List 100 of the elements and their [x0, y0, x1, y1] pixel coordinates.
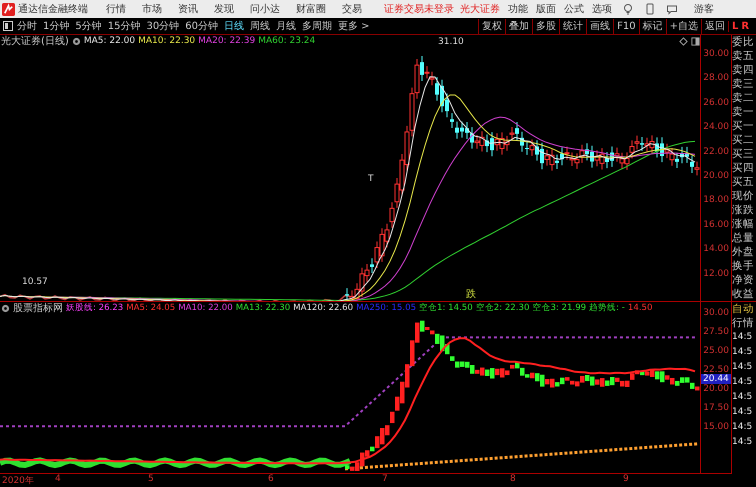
- indicator-value: 趋势线: -: [589, 302, 625, 314]
- login-status[interactable]: 证券交易未登录: [384, 2, 454, 16]
- side-marker: L: [732, 20, 738, 32]
- toolbar-button[interactable]: 标记: [638, 18, 666, 34]
- quote-label: 卖二: [732, 91, 755, 105]
- date-tick: 6: [268, 474, 274, 484]
- chat-icon[interactable]: [666, 3, 678, 15]
- quote-tab[interactable]: 行情: [732, 316, 756, 330]
- period-tab[interactable]: 分时: [17, 19, 37, 33]
- date-tick: 5: [148, 474, 154, 484]
- indicator-tick: 25.00: [703, 346, 729, 356]
- quote-label: 卖三: [732, 77, 755, 91]
- phone-icon[interactable]: [644, 3, 656, 15]
- indicator-value: MA10: 22.00: [178, 303, 233, 313]
- period-tab[interactable]: 周线: [250, 19, 270, 33]
- trade-time: 14:5: [732, 421, 754, 434]
- indicator-tick: 30.00: [703, 308, 729, 318]
- indicator-tick: 27.50: [703, 327, 729, 337]
- toolbar-button[interactable]: 多股: [532, 18, 560, 34]
- menu-item[interactable]: 发现: [214, 2, 234, 16]
- price-tick: 18.00: [703, 195, 729, 206]
- indicator-value: 空仓2: 22.30: [476, 302, 530, 314]
- toolbar-button[interactable]: 返回: [701, 18, 728, 34]
- indicator-tick: 15.00: [703, 422, 729, 432]
- quote-label: 卖一: [732, 105, 755, 119]
- toolbar-button[interactable]: F10: [613, 18, 639, 34]
- toolbar-button[interactable]: 叠加: [505, 18, 532, 34]
- indicator-value: MA5: 22.00: [84, 36, 136, 46]
- period-tab[interactable]: 月线: [276, 19, 296, 33]
- gear-icon[interactable]: [1, 304, 10, 312]
- period-tab[interactable]: 30分钟: [146, 19, 180, 33]
- menu-item[interactable]: 问小达: [250, 2, 280, 16]
- toolbar-button[interactable]: 统计: [559, 18, 586, 34]
- date-tick: 9: [623, 474, 629, 484]
- period-tab[interactable]: 更多 >: [338, 19, 370, 33]
- diamond-icon[interactable]: [679, 36, 688, 46]
- toolbar-button[interactable]: 画线: [586, 18, 614, 34]
- period-tab[interactable]: 60分钟: [185, 19, 218, 33]
- panel-icon[interactable]: [691, 36, 700, 46]
- menu-item[interactable]: 市场: [142, 2, 162, 16]
- indicator-tick: 17.50: [703, 403, 729, 413]
- price-tick: 28.00: [703, 73, 729, 84]
- menu-item[interactable]: 版面: [536, 2, 556, 16]
- trade-time: 14:5: [732, 406, 754, 419]
- toolbar-button[interactable]: 复权: [478, 18, 506, 34]
- price-tick: 22.00: [703, 146, 729, 157]
- toolbar-button[interactable]: +自选: [666, 18, 701, 34]
- quote-label: 买四: [732, 161, 755, 175]
- indicator-tick: 20.00: [703, 384, 729, 394]
- quote-label: 现价: [732, 189, 755, 203]
- indicator-title: 股票指标网: [13, 302, 63, 315]
- indicator-value: 空仓1: 14.50: [419, 302, 473, 314]
- period-tab[interactable]: 日线: [224, 19, 244, 33]
- indicator-value: MA5: 24.05: [126, 303, 176, 313]
- quote-label: 卖四: [732, 63, 755, 77]
- menu-item[interactable]: 财富圈: [296, 2, 326, 16]
- quote-label: 买一: [732, 119, 755, 133]
- menu-item[interactable]: 公式: [564, 2, 584, 16]
- menu-item[interactable]: 功能: [508, 2, 528, 16]
- period-tab[interactable]: 5分钟: [75, 19, 102, 33]
- period-tab[interactable]: 15分钟: [108, 19, 140, 33]
- trade-time: 14:5: [732, 361, 754, 374]
- quote-label: 买三: [732, 147, 755, 161]
- current-value-label: 20.44: [701, 374, 731, 384]
- auto-mode-label[interactable]: 自动: [732, 301, 756, 316]
- indicator-value: 14.50: [628, 303, 652, 313]
- trade-time: 14:5: [732, 391, 754, 404]
- price-tick: 20.00: [703, 171, 729, 181]
- app-title: 通达信金融终端: [18, 2, 88, 16]
- indicator-value: MA10: 22.30: [138, 36, 196, 46]
- quote-label: 涨跌: [732, 203, 755, 217]
- price-tick: 24.00: [703, 122, 729, 132]
- quote-label: 卖五: [732, 49, 755, 63]
- panel-toggle-icon[interactable]: [3, 21, 13, 31]
- quote-label: 买二: [732, 133, 755, 147]
- side-marker: R: [741, 20, 750, 32]
- period-tab[interactable]: 多周期: [302, 19, 332, 33]
- date-tick: 8: [510, 474, 516, 484]
- menu-item[interactable]: 资讯: [178, 2, 198, 16]
- quote-label: 外盘: [732, 245, 755, 259]
- indicator-value: MA60: 23.24: [258, 36, 316, 46]
- gear-icon[interactable]: [72, 36, 81, 46]
- user-name[interactable]: 游客: [694, 2, 714, 16]
- quote-label: 涨幅: [732, 217, 755, 231]
- indicator-value: 妖股线: 26.23: [66, 302, 124, 314]
- quote-label: 总量: [732, 231, 755, 245]
- menu-item[interactable]: 选项: [592, 2, 612, 16]
- high-price-label: 31.10: [438, 37, 464, 47]
- menu-item[interactable]: 交易: [342, 2, 362, 16]
- date-tick: 2020年: [2, 474, 34, 487]
- date-tick: 4: [55, 474, 61, 484]
- quote-label: 净资: [732, 273, 755, 287]
- price-tick: 16.00: [703, 220, 729, 230]
- period-tab[interactable]: 1分钟: [43, 19, 70, 33]
- indicator-value: MA120: 22.60: [293, 303, 354, 313]
- trade-time: 14:5: [732, 346, 754, 359]
- quote-label: 收益: [732, 287, 755, 301]
- bulb-icon[interactable]: [622, 3, 634, 15]
- menu-item[interactable]: 行情: [106, 2, 126, 16]
- broker-name[interactable]: 光大证券: [460, 2, 500, 16]
